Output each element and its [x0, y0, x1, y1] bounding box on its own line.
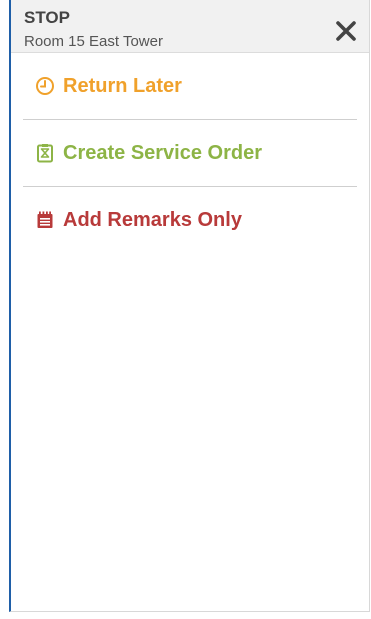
return-later-label: Return Later: [63, 74, 182, 97]
return-later-option[interactable]: Return Later: [23, 53, 357, 120]
close-button[interactable]: [335, 20, 357, 42]
clipboard-hourglass-icon: [35, 143, 55, 163]
stop-dialog: STOP Room 15 East Tower Return Later Cre…: [9, 0, 370, 612]
notepad-icon: [35, 210, 55, 230]
close-icon: [336, 21, 356, 41]
clock-icon: [35, 76, 55, 96]
add-remarks-only-option[interactable]: Add Remarks Only: [23, 187, 357, 253]
add-remarks-only-label: Add Remarks Only: [63, 208, 242, 231]
create-service-order-option[interactable]: Create Service Order: [23, 120, 357, 187]
dialog-subtitle: Room 15 East Tower: [24, 33, 163, 50]
dialog-header: STOP Room 15 East Tower: [11, 0, 369, 53]
create-service-order-label: Create Service Order: [63, 141, 263, 164]
action-menu: Return Later Create Service Order Add Re…: [23, 53, 357, 253]
dialog-title: STOP: [24, 8, 70, 27]
